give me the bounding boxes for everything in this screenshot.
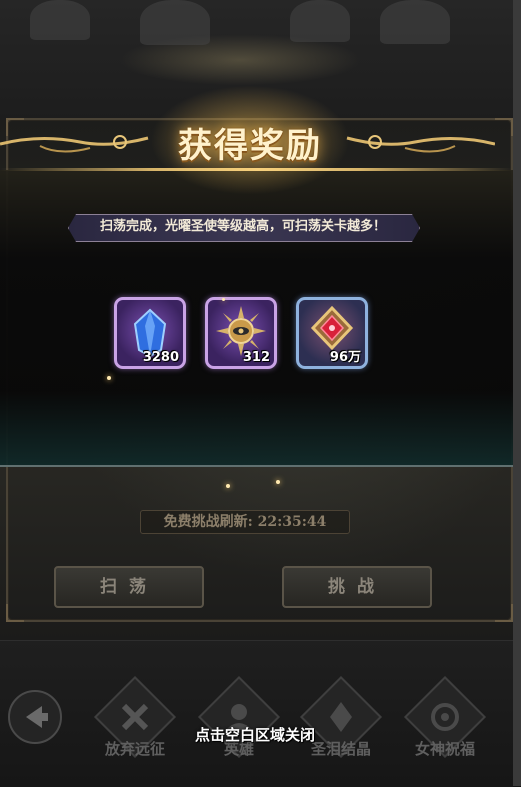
popup-title: 获得奖励 xyxy=(178,126,322,166)
reward-item-red-gem[interactable]: 96万 xyxy=(296,297,368,369)
challenge-button[interactable]: 挑战 xyxy=(282,566,432,608)
reward-count: 312 xyxy=(242,350,270,365)
reward-item-sun-emblem[interactable]: 312 xyxy=(205,297,277,369)
sweep-complete-message: 扫荡完成，光曜圣使等级越高，可扫荡关卡越多！ xyxy=(99,219,386,234)
sparkle xyxy=(107,376,111,380)
sparkle xyxy=(222,298,225,301)
tap-to-close-hint[interactable]: 点击空白区域关闭 xyxy=(150,724,360,745)
reward-item-crystal[interactable]: 3280 xyxy=(114,297,186,369)
reward-count: 3280 xyxy=(142,350,179,365)
free-challenge-refresh-timer: 免费挑战刷新: 22:35:44 xyxy=(140,510,350,534)
right-ornament-icon xyxy=(346,135,495,153)
reward-count: 96万 xyxy=(329,350,361,365)
sparkle xyxy=(226,484,230,488)
screen-edge xyxy=(513,0,521,786)
goddess-blessing-label[interactable]: 女神祝福 xyxy=(397,738,493,759)
sparkle xyxy=(276,480,280,484)
back-arrow-icon[interactable] xyxy=(8,690,62,744)
sweep-button[interactable]: 扫荡 xyxy=(54,566,204,608)
left-ornament-icon xyxy=(0,135,149,153)
